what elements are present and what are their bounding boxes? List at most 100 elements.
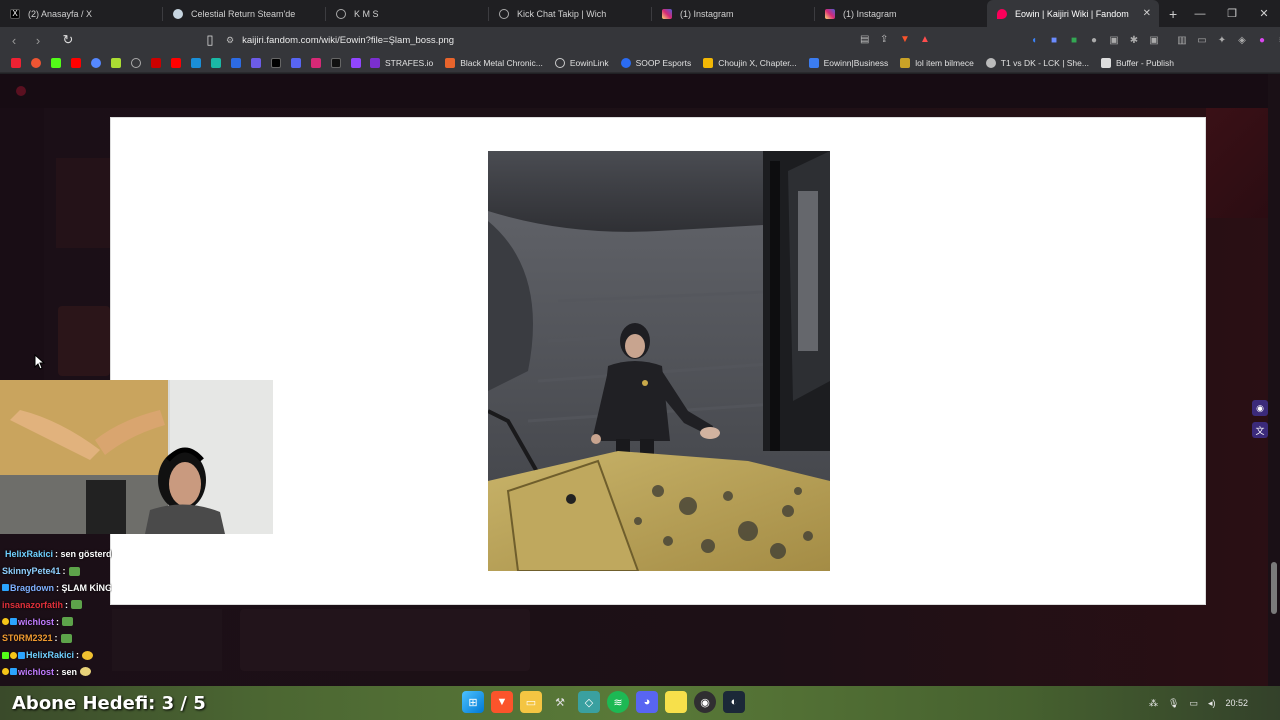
reload-icon[interactable]: ↻ bbox=[58, 32, 78, 48]
menu-icon[interactable]: ≡ bbox=[1276, 34, 1280, 46]
tab-6-active[interactable]: Eowin | Kaijiri Wiki | Fandom ✕ bbox=[987, 0, 1159, 27]
wallet-icon[interactable]: ▭ bbox=[1196, 34, 1208, 46]
scrollbar-thumb[interactable] bbox=[1271, 562, 1277, 614]
bookmark-favicon[interactable] bbox=[91, 57, 101, 68]
tab-0[interactable]: X (2) Anasayfa / X bbox=[0, 0, 162, 27]
bookmark-favicon[interactable] bbox=[51, 57, 61, 68]
badge-icon bbox=[2, 668, 9, 676]
tab-5[interactable]: (1) Instagram bbox=[815, 0, 977, 27]
twitch-icon[interactable] bbox=[351, 57, 361, 68]
lightbox-image[interactable] bbox=[488, 151, 830, 571]
bookmark-label: Buffer - Publish bbox=[1115, 57, 1174, 68]
bookmark-label: T1 vs DK - LCK | She... bbox=[1000, 57, 1089, 68]
brave-icon[interactable]: ▼ bbox=[491, 691, 513, 713]
forward-icon[interactable]: › bbox=[28, 33, 48, 48]
chat-assist-icon[interactable]: ◉ bbox=[1252, 400, 1268, 416]
bookmark-lol-item[interactable]: lol item bilmece bbox=[900, 57, 974, 68]
image-placeholder-dim bbox=[56, 158, 110, 248]
youtube-icon[interactable] bbox=[171, 57, 181, 68]
bookmark-favicon[interactable] bbox=[291, 57, 301, 68]
page-scrollbar[interactable] bbox=[1268, 74, 1280, 686]
chat-message: : sen gösterdin bbox=[55, 549, 112, 560]
chat-username: insanazorfatih bbox=[2, 599, 64, 610]
extension-icon[interactable]: ◖ bbox=[1028, 34, 1040, 46]
bookmark-buffer[interactable]: Buffer - Publish bbox=[1100, 57, 1174, 68]
toolbar: ‹ › ↻ ▯ ⚙ kaijiri.fandom.com/wiki/Eowin?… bbox=[0, 27, 1280, 53]
chat-line: insanazorfatih : bbox=[0, 596, 112, 613]
extension-icon[interactable]: ■ bbox=[1048, 34, 1060, 46]
site-info-icon[interactable]: ⚙ bbox=[226, 35, 234, 46]
emote-icon bbox=[82, 650, 94, 660]
bookmark-favicon[interactable] bbox=[331, 57, 341, 68]
obs-icon[interactable]: ◉ bbox=[694, 691, 716, 713]
bookmark-choujin[interactable]: Choujin X, Chapter... bbox=[703, 57, 797, 68]
clock[interactable]: 20:52 bbox=[1225, 698, 1248, 708]
bookmark-favicon[interactable] bbox=[191, 57, 201, 68]
chat-line: wichlost : sen bbox=[0, 664, 112, 681]
bookmark-t1-dk[interactable]: T1 vs DK - LCK | She... bbox=[985, 57, 1089, 68]
bookmark-strafes[interactable]: STRAFES.io bbox=[370, 57, 433, 68]
brave-shield-icon[interactable]: ▼ bbox=[900, 34, 912, 46]
microphone-icon[interactable]: 🎙 bbox=[1168, 698, 1179, 709]
x-logo-icon[interactable] bbox=[271, 57, 281, 68]
tray-overflow-icon[interactable]: ⁂ bbox=[1149, 698, 1158, 709]
bookmark-favicon[interactable] bbox=[211, 57, 221, 68]
minimize-icon[interactable]: — bbox=[1184, 0, 1216, 27]
sidebar-icon[interactable]: ▥ bbox=[1176, 34, 1188, 46]
globe-icon[interactable] bbox=[131, 57, 141, 68]
tab-4[interactable]: (1) Instagram bbox=[652, 0, 814, 27]
page-header-dim bbox=[0, 74, 1280, 108]
discord-icon[interactable]: ◕ bbox=[636, 691, 658, 713]
back-icon[interactable]: ‹ bbox=[4, 33, 24, 48]
extension-icon[interactable]: ● bbox=[1088, 34, 1100, 46]
tab-1[interactable]: Celestial Return Steam'de bbox=[163, 0, 325, 27]
translate-icon[interactable]: 文 bbox=[1252, 422, 1268, 438]
youtube-icon[interactable] bbox=[71, 57, 81, 68]
emote-icon bbox=[71, 600, 83, 610]
file-explorer-icon[interactable]: ▭ bbox=[520, 691, 542, 713]
instagram-icon bbox=[662, 8, 672, 19]
image-placeholder-dim bbox=[58, 306, 110, 376]
reader-icon[interactable]: ▤ bbox=[860, 34, 872, 46]
restore-icon[interactable]: ❐ bbox=[1216, 0, 1248, 27]
extensions-puzzle-icon[interactable]: ✱ bbox=[1128, 34, 1140, 46]
globe-icon bbox=[554, 57, 565, 68]
extension-icon[interactable]: ■ bbox=[1068, 34, 1080, 46]
bookmark-favicon[interactable] bbox=[11, 57, 21, 68]
volume-icon[interactable]: ◂) bbox=[1208, 698, 1216, 709]
extension-icon[interactable]: ▣ bbox=[1108, 34, 1120, 46]
address-bar[interactable]: ⚙ kaijiri.fandom.com/wiki/Eowin?file=Şla… bbox=[196, 29, 942, 51]
bookmark-favicon[interactable] bbox=[231, 57, 241, 68]
bookmark-favicon[interactable] bbox=[151, 57, 161, 68]
spotify-icon[interactable]: ≋ bbox=[607, 691, 629, 713]
bookmark-favicon[interactable] bbox=[251, 57, 261, 68]
leo-icon[interactable]: ✦ bbox=[1216, 34, 1228, 46]
bookmark-favicon[interactable] bbox=[111, 57, 121, 68]
steam-icon bbox=[173, 8, 183, 19]
extension-icon[interactable]: ▣ bbox=[1148, 34, 1160, 46]
rewards-icon[interactable]: ▲ bbox=[920, 34, 932, 46]
tab-3[interactable]: Kick Chat Takip | Wich bbox=[489, 0, 651, 27]
close-window-icon[interactable]: ✕ bbox=[1248, 0, 1280, 27]
share-icon[interactable]: ⇪ bbox=[880, 34, 892, 46]
bookmark-favicon[interactable] bbox=[31, 57, 41, 68]
bookmark-black-metal[interactable]: Black Metal Chronic... bbox=[445, 57, 543, 68]
network-icon[interactable]: ▭ bbox=[1189, 698, 1198, 709]
tab-2[interactable]: K M S bbox=[326, 0, 488, 27]
bookmark-eowinlink[interactable]: EowinLink bbox=[554, 57, 609, 68]
vpn-icon[interactable]: ◈ bbox=[1236, 34, 1248, 46]
profile-icon[interactable]: ● bbox=[1256, 34, 1268, 46]
app-icon[interactable]: ◇ bbox=[578, 691, 600, 713]
windows-start-icon[interactable]: ⊞ bbox=[462, 691, 484, 713]
tool-icon[interactable]: ⚒ bbox=[549, 691, 571, 713]
bookmark-business[interactable]: Eowinn|Business bbox=[808, 57, 888, 68]
url-text[interactable]: kaijiri.fandom.com/wiki/Eowin?file=Şlam_… bbox=[242, 35, 454, 46]
tab-strip: X (2) Anasayfa / X Celestial Return Stea… bbox=[0, 0, 1280, 27]
sticky-notes-icon[interactable] bbox=[665, 691, 687, 713]
system-tray: ⁂ 🎙 ▭ ◂) 20:52 bbox=[1149, 686, 1266, 720]
new-tab-button[interactable]: + bbox=[1169, 6, 1177, 22]
instagram-icon[interactable] bbox=[311, 57, 321, 68]
steam-icon[interactable]: ◐ bbox=[723, 691, 745, 713]
bookmark-soop[interactable]: SOOP Esports bbox=[620, 57, 691, 68]
close-tab-icon[interactable]: ✕ bbox=[1143, 8, 1151, 19]
